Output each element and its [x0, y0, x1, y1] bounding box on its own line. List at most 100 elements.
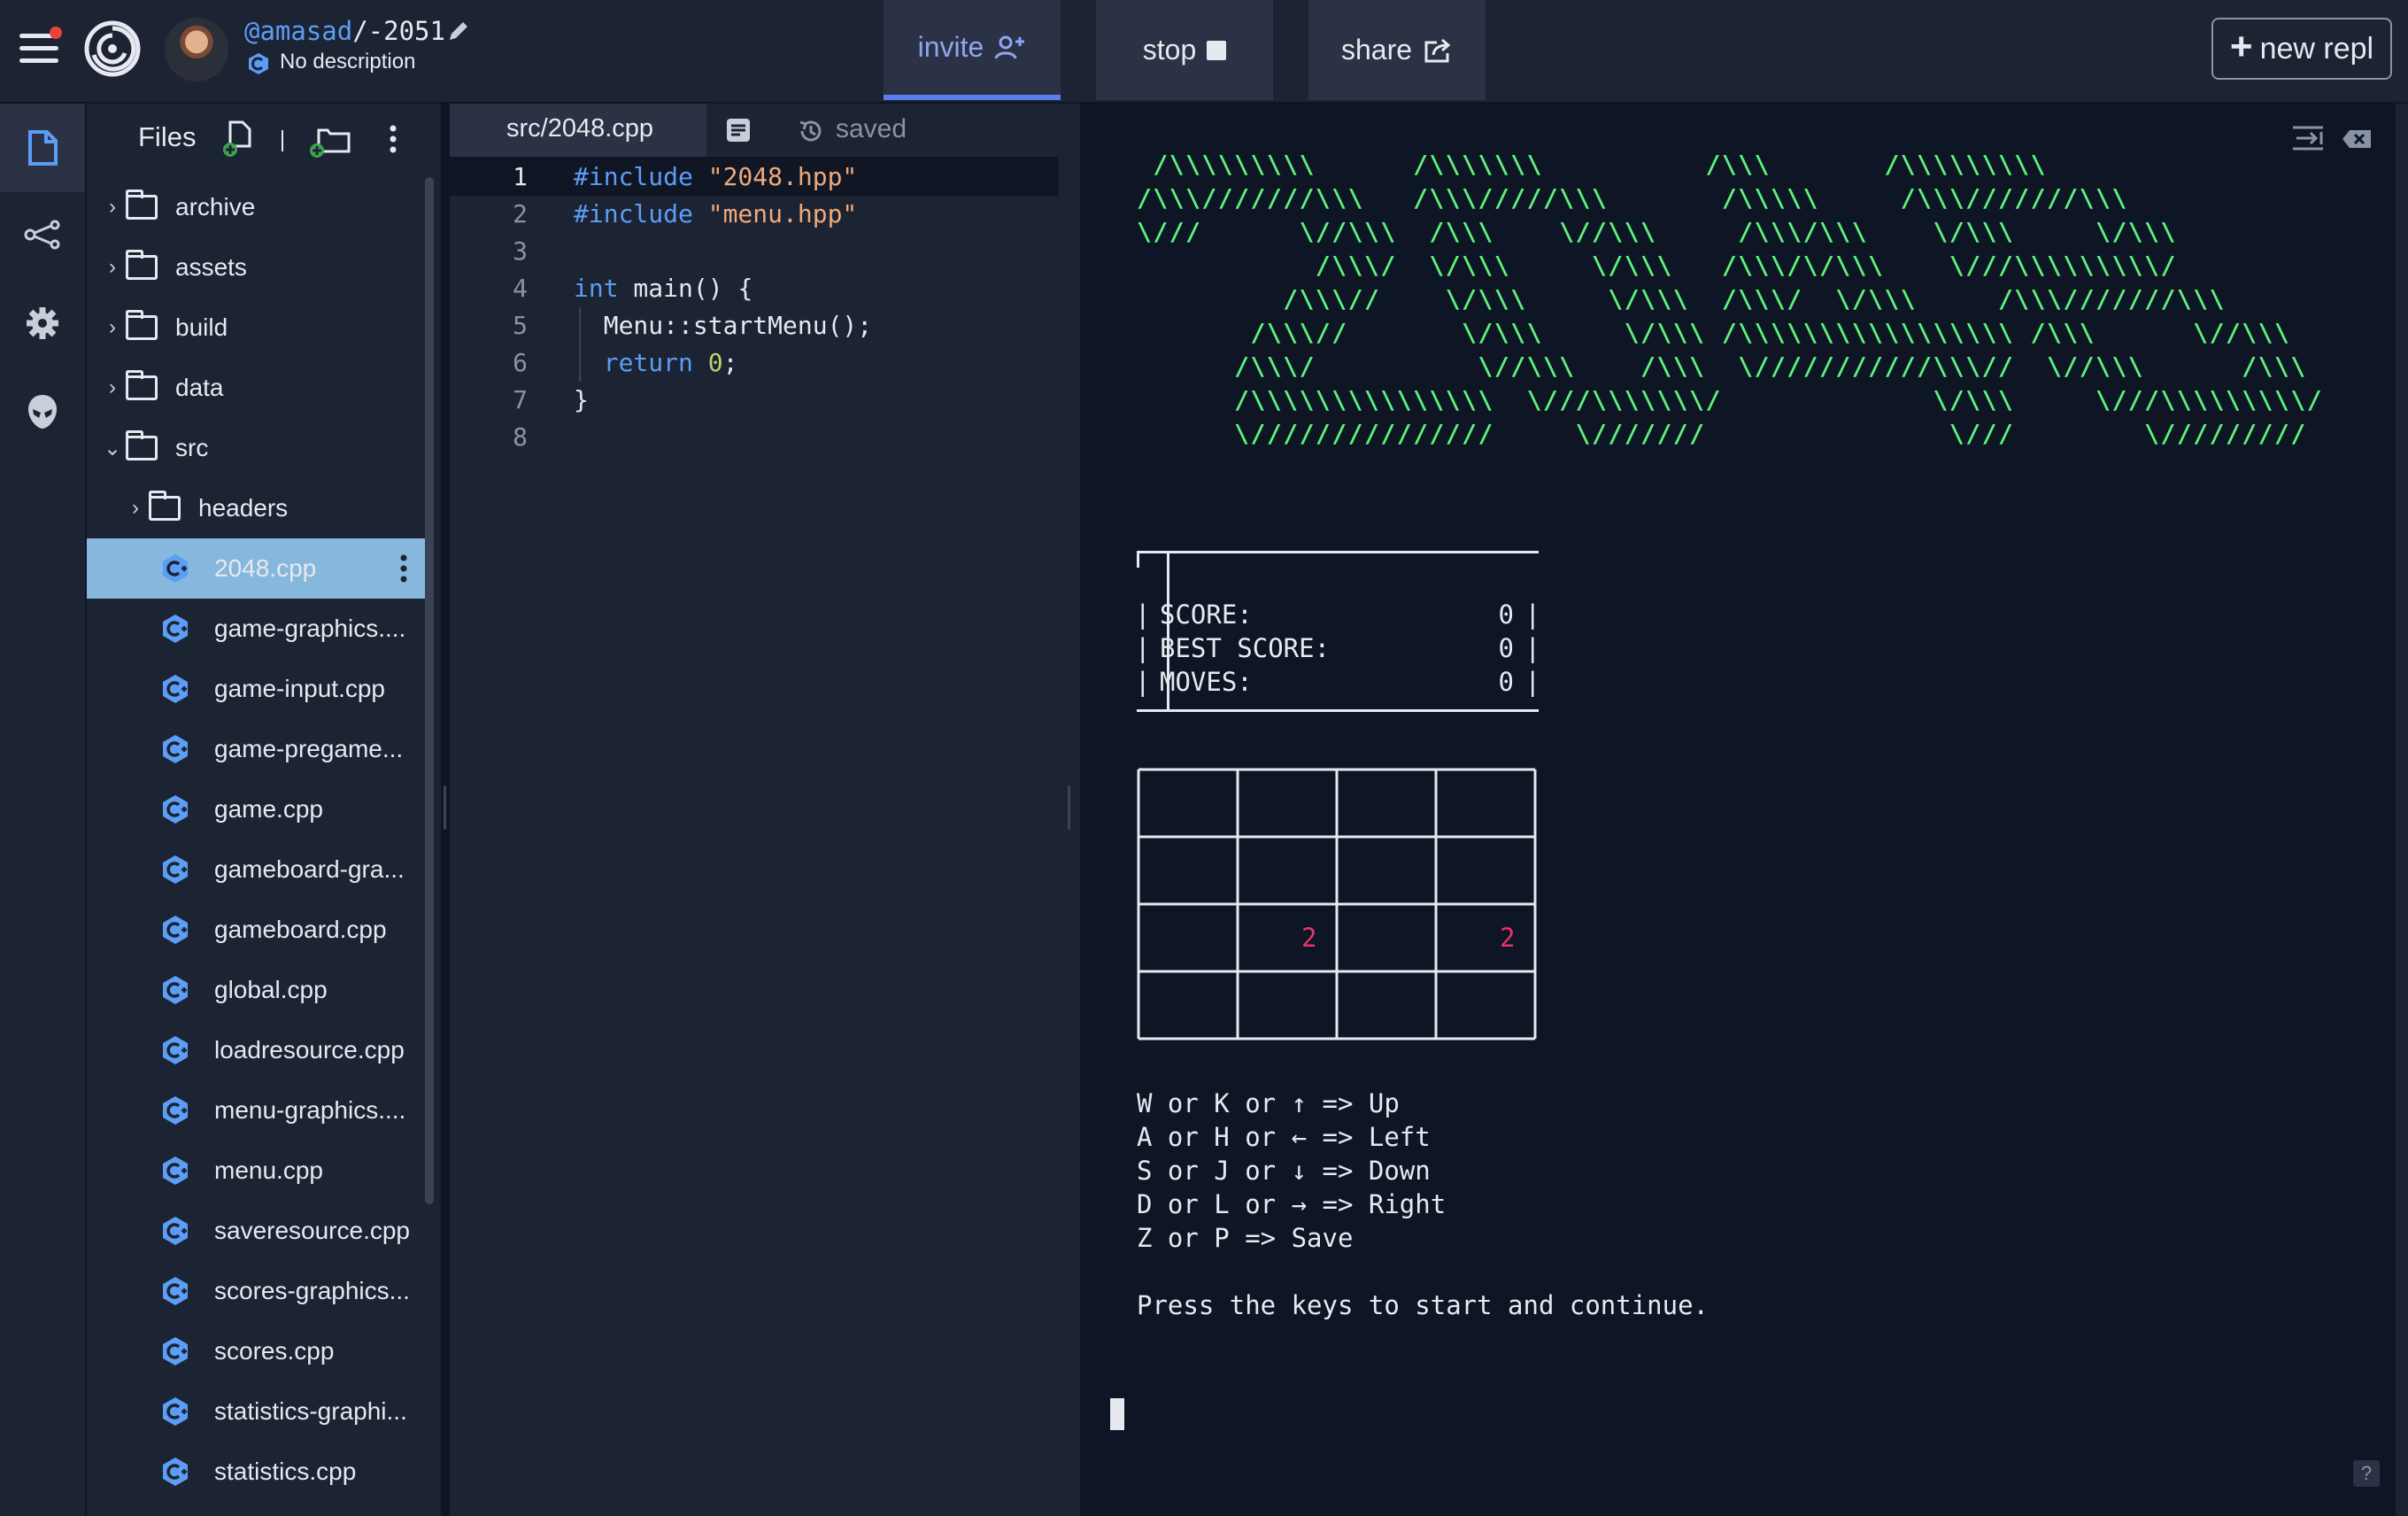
code-line[interactable]: 8	[450, 419, 1059, 456]
file-item[interactable]: game-pregame...	[87, 719, 425, 779]
replit-logo-icon[interactable]	[83, 19, 142, 78]
files-scrollbar[interactable]	[425, 177, 434, 1204]
file-more-icon[interactable]	[400, 551, 407, 586]
line-number: 5	[513, 311, 528, 340]
folder-icon	[126, 310, 158, 340]
file-item[interactable]: loadresource.cpp	[87, 1020, 425, 1080]
rail-settings-button[interactable]	[0, 281, 85, 366]
file-item[interactable]: 2048.cpp	[87, 538, 425, 599]
file-item[interactable]: gameboard.cpp	[87, 900, 425, 960]
code-line[interactable]: 7}	[450, 382, 1059, 419]
stop-button[interactable]: stop	[1096, 0, 1273, 100]
code-line[interactable]: 5 Menu::startMenu();	[450, 307, 1059, 344]
ascii-logo: /\\\\\\\\\ /\\\\\\\ /\\\ /\\\\\\\\\ /\\\…	[1137, 150, 2324, 448]
moves-label: MOVES:	[1160, 667, 1253, 697]
rail-files-button[interactable]	[0, 104, 85, 192]
top-bar: @amasad/-2051 No description invite stop…	[0, 0, 2408, 104]
terminal-cursor	[1110, 1398, 1124, 1430]
avatar[interactable]	[165, 18, 228, 81]
folder-assets[interactable]: › assets	[87, 237, 425, 298]
repl-name[interactable]: /-2051	[352, 16, 445, 46]
file-item[interactable]: scores.cpp	[87, 1321, 425, 1381]
file-item[interactable]: menu.cpp	[87, 1141, 425, 1201]
chevron-right-icon[interactable]: ›	[99, 195, 126, 220]
control-hint: S or J or ↓ => Down	[1137, 1156, 1431, 1186]
file-name: menu-graphics....	[214, 1096, 406, 1124]
file-name: gameboard-gra...	[214, 855, 405, 883]
alien-icon	[28, 395, 57, 429]
board-tile: 2	[1301, 923, 1316, 953]
file-item[interactable]: scores-graphics...	[87, 1261, 425, 1321]
gear-icon	[27, 307, 58, 339]
folder-src[interactable]: ⌄ src	[87, 418, 425, 478]
notification-dot	[50, 27, 62, 39]
chevron-right-icon[interactable]: ›	[99, 255, 126, 280]
file-name: scores-graphics...	[214, 1277, 410, 1304]
file-item[interactable]: game.cpp	[87, 779, 425, 839]
saved-status: saved	[836, 114, 907, 143]
code-text: int main() {	[574, 274, 753, 303]
folder-archive[interactable]: › archive	[87, 177, 425, 237]
file-name: loadresource.cpp	[214, 1036, 405, 1064]
chevron-right-icon[interactable]: ›	[99, 375, 126, 400]
chevron-right-icon[interactable]: ›	[99, 315, 126, 340]
folder-build[interactable]: › build	[87, 298, 425, 358]
history-icon[interactable]	[797, 117, 825, 145]
file-name: game-pregame...	[214, 735, 404, 762]
repl-description[interactable]: No description	[280, 50, 415, 74]
rail-unit-tests-button[interactable]	[0, 369, 85, 454]
format-icon[interactable]	[724, 116, 752, 144]
console-scrollbar[interactable]	[2396, 104, 2408, 1516]
file-item[interactable]: global.cpp	[87, 960, 425, 1020]
folder-icon	[126, 250, 158, 280]
folder-icon	[149, 491, 181, 521]
file-item[interactable]: game-graphics....	[87, 599, 425, 659]
folder-headers[interactable]: › headers	[87, 478, 425, 538]
file-item[interactable]: menu-graphics....	[87, 1080, 425, 1141]
code-line[interactable]: 4 int main() {	[450, 270, 1059, 307]
code-line[interactable]: 3	[450, 233, 1059, 270]
code-line[interactable]: 2 #include "menu.hpp"	[450, 196, 1059, 233]
line-number: 1	[513, 162, 528, 191]
cpp-file-icon	[163, 1277, 188, 1305]
more-options-icon[interactable]	[388, 121, 398, 157]
rail-share-button[interactable]	[0, 192, 85, 277]
file-item[interactable]: game-input.cpp	[87, 659, 425, 719]
invite-label: invite	[917, 31, 984, 63]
share-button[interactable]: share	[1308, 0, 1486, 100]
code-line[interactable]: 1 #include "2048.hpp"	[450, 159, 1059, 196]
console[interactable]: /\\\\\\\\\ /\\\\\\\ /\\\ /\\\\\\\\\ /\\\…	[1080, 104, 2408, 1516]
file-item[interactable]: statistics-graphi...	[87, 1381, 425, 1442]
chevron-right-icon[interactable]: ›	[122, 496, 149, 521]
clear-console-icon[interactable]	[2341, 128, 2373, 150]
cpp-file-icon	[163, 1156, 188, 1185]
repl-title[interactable]: @amasad/-2051	[244, 16, 445, 46]
file-item[interactable]: statistics.cpp	[87, 1442, 425, 1502]
new-repl-button[interactable]: + new repl	[2211, 18, 2392, 80]
code-line[interactable]: 6 return 0;	[450, 344, 1059, 382]
file-name: global.cpp	[214, 976, 328, 1003]
code-text: return 0;	[603, 348, 738, 377]
folder-name: archive	[175, 193, 256, 220]
help-button[interactable]: ?	[2353, 1460, 2380, 1487]
code-area[interactable]: 1 #include "2048.hpp" 2 #include "menu.hpp"…	[450, 159, 1059, 456]
new-folder-icon[interactable]	[308, 123, 352, 159]
new-repl-label: new repl	[2259, 31, 2374, 66]
file-item[interactable]: saveresource.cpp	[87, 1201, 425, 1261]
chevron-down-icon[interactable]: ⌄	[99, 436, 126, 461]
moves-row: | MOVES: 0 |	[1135, 667, 1540, 697]
line-number: 3	[513, 236, 528, 266]
new-file-icon[interactable]	[221, 120, 257, 159]
repl-owner-link[interactable]: @amasad	[244, 16, 352, 46]
file-item[interactable]: gameboard-gra...	[87, 839, 425, 900]
cpp-file-icon	[163, 855, 188, 884]
folder-name: headers	[198, 494, 289, 522]
panel-splitter[interactable]	[441, 104, 450, 1516]
cpp-file-icon	[163, 1096, 188, 1125]
invite-tab[interactable]: invite	[884, 0, 1061, 100]
folder-data[interactable]: › data	[87, 358, 425, 418]
line-number: 2	[513, 199, 528, 228]
panel-splitter[interactable]	[1059, 104, 1080, 1516]
pencil-icon[interactable]	[445, 18, 472, 44]
editor-file-tab[interactable]: src/2048.cpp	[450, 104, 706, 157]
